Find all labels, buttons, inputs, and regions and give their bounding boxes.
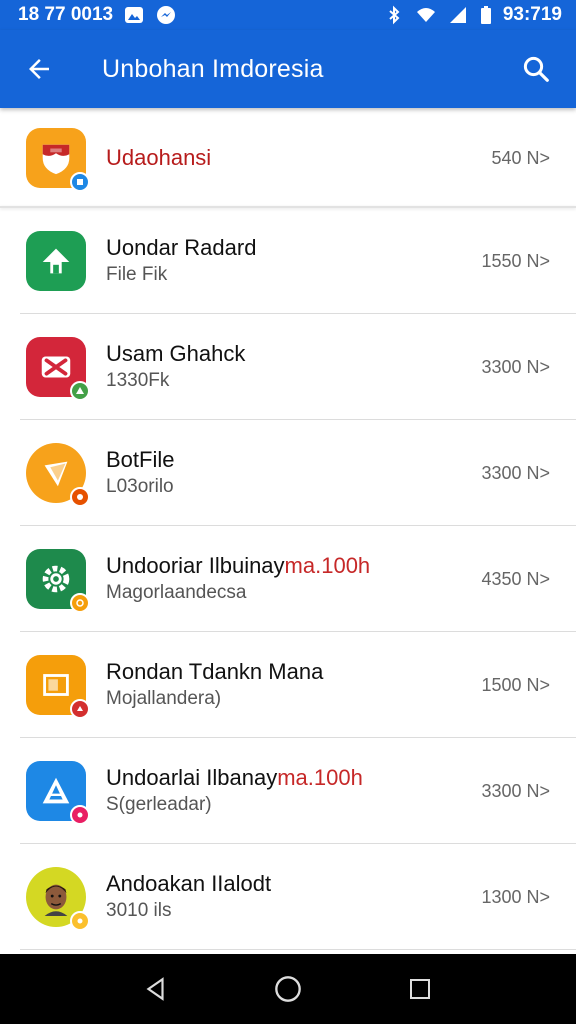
- app-name: Andoakan IIalodt: [106, 871, 272, 896]
- circle-home-icon: [275, 976, 301, 1002]
- app-size: 3300 N>: [481, 780, 550, 801]
- app-size: 1300 N>: [481, 886, 550, 907]
- app-name: Undooriar Ilbuinayma.100h: [106, 553, 371, 578]
- app-name: Uondar Radard: [106, 235, 257, 260]
- app-bar: Unbohan Imdoresia: [0, 30, 576, 108]
- app-subtitle: File Fik: [106, 264, 168, 285]
- battery-icon: [479, 5, 493, 25]
- list-item[interactable]: Udaohansi 540 N>: [0, 108, 576, 208]
- status-badge: [70, 805, 90, 825]
- list-item[interactable]: Undoarlai Ilbanayma.100h S(gerleadar) 33…: [0, 738, 576, 844]
- list-item[interactable]: Undooriar Ilbuinayma.100h Magorlaandecsa…: [0, 526, 576, 632]
- status-bar: 18 77 0013 93:719: [0, 0, 576, 30]
- app-subtitle: Mojallandera): [106, 688, 222, 709]
- status-badge: [70, 381, 90, 401]
- app-size: 1550 N>: [481, 250, 550, 271]
- status-badge: [70, 911, 90, 931]
- arrow-back-icon: [29, 59, 49, 79]
- home-arrow-icon: [26, 231, 86, 291]
- nav-back-button[interactable]: [136, 969, 176, 1009]
- app-subtitle: L03orilo: [106, 476, 174, 497]
- list-item[interactable]: Uondar Radard File Fik 1550 N>: [0, 208, 576, 314]
- app-name: Rondan Tdankn Mana: [106, 659, 324, 684]
- app-subtitle: 3010 ils: [106, 900, 172, 921]
- wifi-icon: [415, 5, 437, 25]
- square-recents-icon: [410, 979, 430, 999]
- app-size: 540 N>: [491, 147, 550, 168]
- status-badge: [70, 699, 90, 719]
- messenger-icon: [155, 5, 177, 25]
- app-name: Udaohansi: [106, 145, 212, 170]
- app-size: 3300 N>: [481, 356, 550, 377]
- status-time: 93:719: [502, 4, 562, 25]
- list-item[interactable]: Rondan Tdankn Mana Mojallandera) 1500 N>: [0, 632, 576, 738]
- triangle-back-icon: [146, 977, 164, 1001]
- list-item[interactable]: Usam Ghahck 1330Fk 3300 N>: [0, 314, 576, 420]
- gallery-icon: [123, 5, 145, 25]
- search-icon: [523, 56, 549, 82]
- back-button[interactable]: [0, 30, 84, 108]
- app-name: Usam Ghahck: [106, 341, 246, 366]
- app-subtitle: 1330Fk: [106, 370, 170, 391]
- app-name: Undoarlai Ilbanayma.100h: [106, 765, 363, 790]
- status-badge: [70, 593, 90, 613]
- nav-home-button[interactable]: [268, 969, 308, 1009]
- search-button[interactable]: [496, 30, 576, 108]
- bluetooth-icon: [383, 5, 405, 25]
- list-item[interactable]: BotFile L03orilo 3300 N>: [0, 420, 576, 526]
- divider: [20, 949, 576, 950]
- app-list: Udaohansi 540 N> Uondar Radard File Fik …: [0, 108, 576, 950]
- status-left-text: 18 77 0013: [18, 4, 114, 25]
- app-subtitle: Magorlaandecsa: [106, 582, 247, 603]
- app-name: BotFile: [106, 447, 175, 472]
- signal-icon: [447, 5, 469, 25]
- status-badge: [70, 487, 90, 507]
- status-badge: [70, 172, 90, 192]
- list-item[interactable]: Andoakan IIalodt 3010 ils 1300 N>: [0, 844, 576, 950]
- app-size: 1500 N>: [481, 674, 550, 695]
- page-title: Unbohan Imdoresia: [102, 54, 324, 83]
- nav-recents-button[interactable]: [400, 969, 440, 1009]
- app-size: 3300 N>: [481, 462, 550, 483]
- app-size: 4350 N>: [481, 568, 550, 589]
- navigation-bar: [0, 954, 576, 1024]
- app-subtitle: S(gerleadar): [106, 794, 212, 815]
